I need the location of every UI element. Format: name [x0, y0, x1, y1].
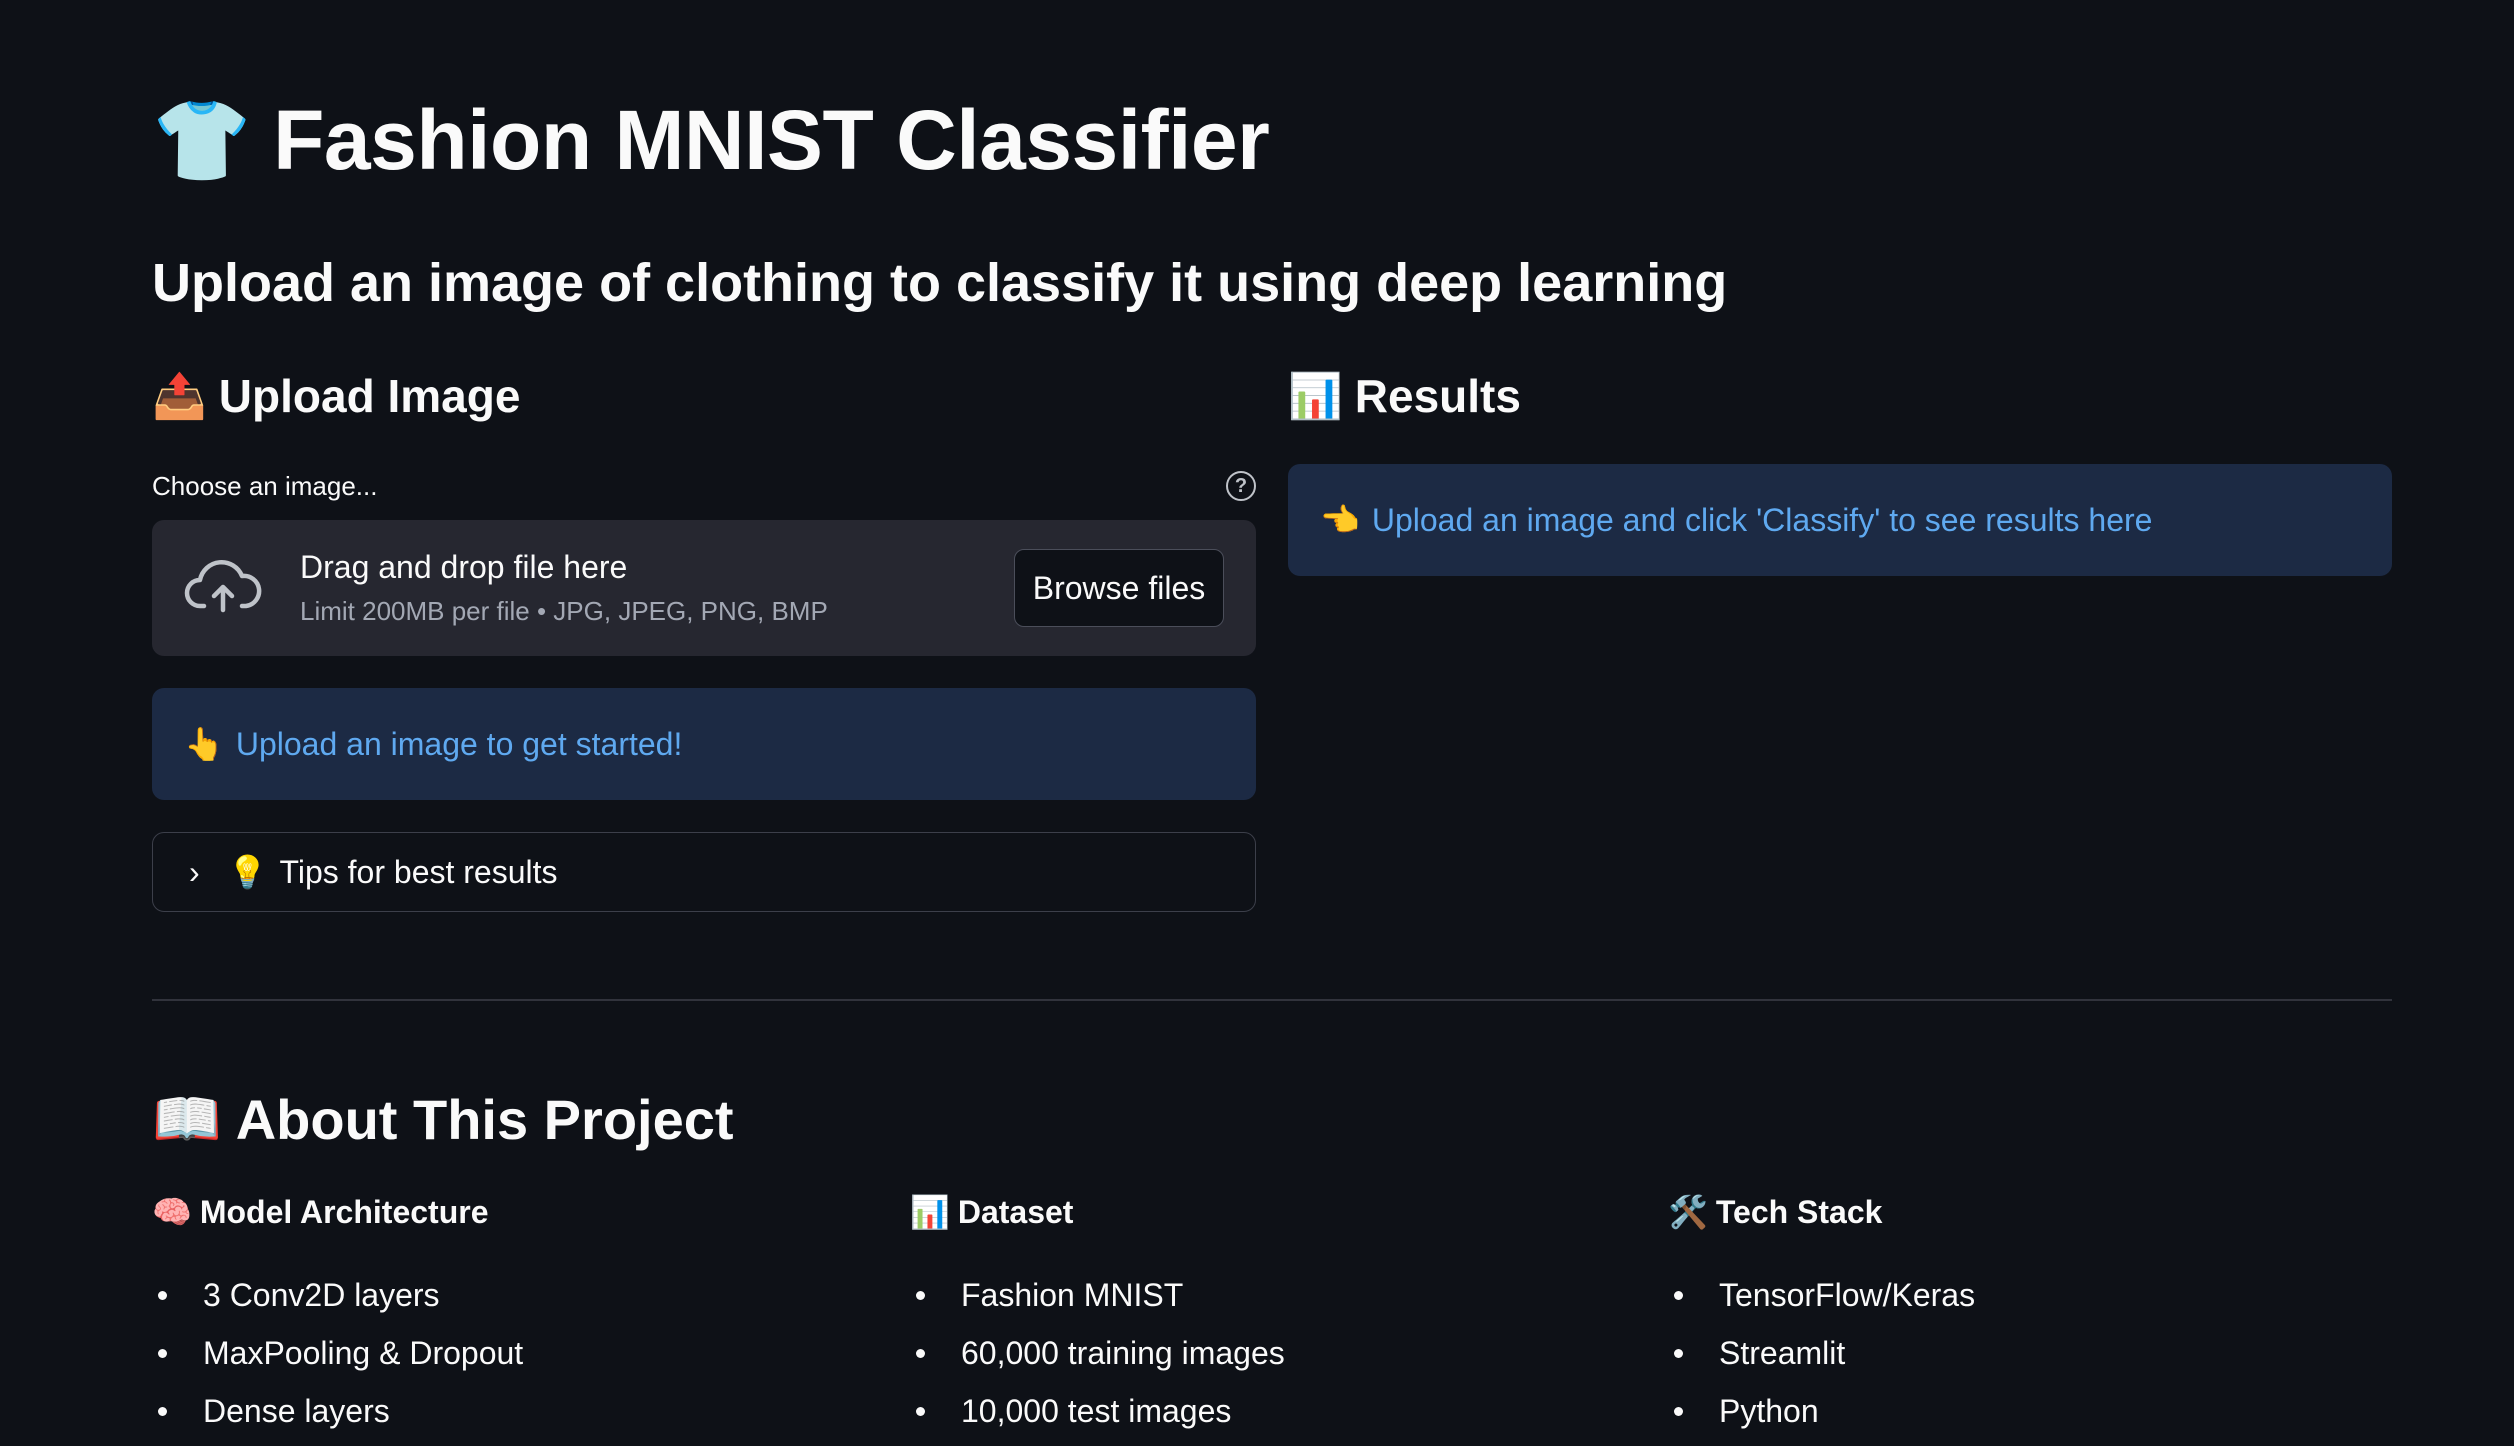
- brain-icon: 🧠: [152, 1194, 192, 1230]
- about-heading: 📖 About This Project: [152, 1086, 734, 1152]
- tips-expander[interactable]: › 💡 Tips for best results: [152, 832, 1256, 912]
- results-section: 📊 Results 👈 Upload an image and click 'C…: [1288, 360, 2392, 576]
- page-title-text: Fashion MNIST Classifier: [273, 93, 1270, 187]
- bar-chart-icon: 📊: [1288, 372, 1343, 421]
- about-column-title-text: Dataset: [957, 1193, 1074, 1230]
- about-column-model: 🧠 Model Architecture 3 Conv2D layers Max…: [152, 1184, 852, 1440]
- list-item: Dense layers: [152, 1382, 852, 1440]
- pointing-up-icon: 👆: [184, 726, 224, 762]
- open-book-icon: 📖: [152, 1087, 222, 1150]
- page-subtitle: Upload an image of clothing to classify …: [152, 253, 1728, 313]
- light-bulb-icon: 💡: [227, 854, 268, 890]
- list-item: Streamlit: [1668, 1324, 2368, 1382]
- chevron-right-icon: ›: [189, 853, 200, 890]
- about-column-dataset: 📊 Dataset Fashion MNIST 60,000 training …: [910, 1184, 1610, 1440]
- dropzone-limit: Limit 200MB per file • JPG, JPEG, PNG, B…: [300, 596, 828, 626]
- about-list: TensorFlow/Keras Streamlit Python: [1668, 1266, 2368, 1440]
- about-column-title-text: Tech Stack: [1715, 1193, 1883, 1230]
- app-page: 👕 Fashion MNIST Classifier Upload an ima…: [0, 0, 2514, 1446]
- dropzone-instruction: Drag and drop file here: [300, 549, 628, 585]
- list-item: 3 Conv2D layers: [152, 1266, 852, 1324]
- browse-files-button[interactable]: Browse files: [1014, 549, 1224, 627]
- uploader-label-row: Choose an image... ?: [152, 466, 1256, 506]
- upload-section: 📤 Upload Image Choose an image... ? Drag…: [152, 360, 1256, 912]
- cloud-upload-icon: [184, 559, 262, 613]
- hammer-wrench-icon: 🛠️: [1668, 1194, 1708, 1230]
- list-item: TensorFlow/Keras: [1668, 1266, 2368, 1324]
- list-item: MaxPooling & Dropout: [152, 1324, 852, 1382]
- about-column-title-text: Model Architecture: [199, 1193, 489, 1230]
- outbox-tray-icon: 📤: [152, 372, 207, 421]
- about-list: 3 Conv2D layers MaxPooling & Dropout Den…: [152, 1266, 852, 1440]
- results-info-alert: 👈 Upload an image and click 'Classify' t…: [1288, 464, 2392, 576]
- bar-chart-icon: 📊: [910, 1194, 950, 1230]
- results-heading: 📊 Results: [1288, 360, 2392, 432]
- file-dropzone[interactable]: Drag and drop file here Limit 200MB per …: [152, 520, 1256, 656]
- uploader-label: Choose an image...: [152, 470, 378, 501]
- upload-info-text: Upload an image to get started!: [235, 725, 683, 762]
- pointing-left-icon: 👈: [1320, 502, 1360, 538]
- about-column-title: 🧠 Model Architecture: [152, 1184, 852, 1240]
- list-item: Python: [1668, 1382, 2368, 1440]
- shirt-icon: 👕: [152, 95, 252, 185]
- about-column-title: 📊 Dataset: [910, 1184, 1610, 1240]
- list-item: 10,000 test images: [910, 1382, 1610, 1440]
- results-heading-text: Results: [1354, 370, 1521, 422]
- about-column-title: 🛠️ Tech Stack: [1668, 1184, 2368, 1240]
- about-heading-text: About This Project: [235, 1087, 734, 1151]
- section-divider: [152, 999, 2392, 1001]
- help-icon[interactable]: ?: [1226, 471, 1256, 501]
- list-item: Fashion MNIST: [910, 1266, 1610, 1324]
- results-info-text: Upload an image and click 'Classify' to …: [1371, 501, 2153, 538]
- upload-info-alert: 👆 Upload an image to get started!: [152, 688, 1256, 800]
- upload-heading-text: Upload Image: [218, 370, 521, 422]
- about-list: Fashion MNIST 60,000 training images 10,…: [910, 1266, 1610, 1440]
- tips-label: Tips for best results: [279, 853, 558, 890]
- dropzone-text: Drag and drop file here Limit 200MB per …: [300, 549, 1014, 627]
- page-title: 👕 Fashion MNIST Classifier: [152, 92, 1270, 189]
- list-item: 60,000 training images: [910, 1324, 1610, 1382]
- about-column-tech: 🛠️ Tech Stack TensorFlow/Keras Streamlit…: [1668, 1184, 2368, 1440]
- upload-heading: 📤 Upload Image: [152, 360, 1256, 432]
